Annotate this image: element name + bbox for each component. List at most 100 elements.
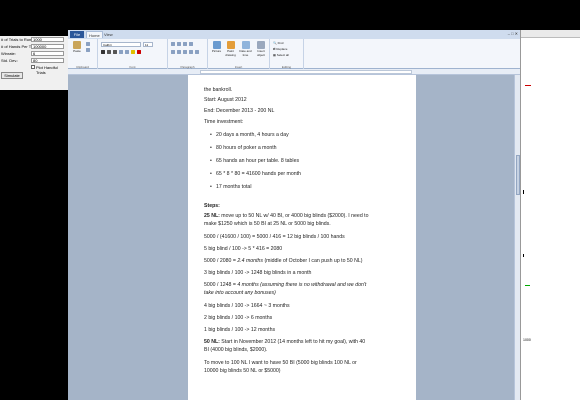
doc-line: 10000 big blinds 50 NL or $5000): [204, 368, 281, 374]
chart-tick: [523, 190, 524, 194]
nl50-label: 50 NL:: [204, 339, 220, 345]
doc-line: 5 big blind / 100 -> 5 * 416 = 2080: [204, 246, 283, 252]
doc-line: 2 big blinds / 100 -> 6 months: [204, 315, 273, 321]
chart-axis-label: 1000: [523, 338, 531, 342]
wordpad-window: File Home View – □ ✕ Paste Clipboard Cal…: [68, 30, 520, 400]
cut-icon[interactable]: [86, 42, 90, 46]
simulator-panel: # of Trials to Run: 1000 # of Hands Per …: [0, 36, 68, 90]
find-button[interactable]: 🔍 Find: [273, 41, 283, 45]
paragraph-group: Paragraph: [168, 39, 208, 69]
align-center-icon[interactable]: [177, 50, 181, 54]
paint-drawing-label: Paint drawing: [225, 49, 236, 57]
underline-icon[interactable]: [113, 50, 117, 54]
ruler-bar: [200, 70, 412, 74]
window-controls[interactable]: – □ ✕: [508, 31, 518, 36]
date-time-label: Date and time: [239, 49, 252, 57]
calendar-icon: [241, 41, 250, 49]
ribbon-tab-bar: File Home View – □ ✕: [68, 30, 520, 39]
picture-button[interactable]: Picture: [210, 41, 223, 53]
chart-tick: [523, 254, 524, 257]
bullet-item: 65 * 8 * 80 = 41600 hands per month: [210, 171, 301, 178]
date-time-button[interactable]: Date and time: [239, 41, 252, 57]
clipboard-group: Paste Clipboard: [68, 39, 98, 69]
font-size-select[interactable]: 11: [143, 42, 153, 47]
bullet-item: 17 months total: [210, 184, 252, 191]
doc-line: 1 big blinds / 100 -> 12 months: [204, 327, 276, 333]
paste-button[interactable]: Paste: [71, 41, 83, 53]
insert-object-label: Insert object: [256, 49, 265, 57]
select-all-button[interactable]: ▦ Select all: [273, 53, 289, 57]
calc-note: (middle of October I can push up to 50 N…: [263, 258, 363, 264]
font-group: Calibri 11 Font: [98, 39, 168, 69]
doc-line: BI (4000 big blinds, $2000).: [204, 347, 268, 353]
subscript-icon[interactable]: [125, 50, 129, 54]
bullet-item: 80 hours of poker a month: [210, 145, 277, 152]
bullets-icon[interactable]: [183, 42, 187, 46]
trials-input[interactable]: 1000: [31, 37, 64, 42]
doc-line: 4 big blinds / 100 -> 1664 ~ 3 months: [204, 303, 290, 309]
trials-label: # of Trials to Run:: [1, 37, 33, 42]
font-color-icon[interactable]: [137, 50, 141, 54]
simulate-button[interactable]: Simulate: [1, 72, 23, 79]
italic-icon[interactable]: [107, 50, 111, 54]
copy-icon[interactable]: [86, 48, 90, 52]
picture-label: Picture: [211, 49, 222, 53]
winrate-input[interactable]: 6: [31, 51, 64, 56]
document-page[interactable]: the bankroll. Start: August 2012 End: De…: [188, 75, 416, 400]
replace-button[interactable]: ⇄ Replace: [273, 47, 287, 51]
calc-text: 5000 / 1248 =: [204, 282, 238, 288]
bullet-item: 20 days a month, 4 hours a day: [210, 132, 289, 139]
highlight-icon[interactable]: [131, 50, 135, 54]
clipboard-icon: [73, 41, 81, 49]
calc-result: 4 months (assuming there is no withdrawa…: [237, 282, 367, 288]
doc-line: 50 NL: Start in November 2012 (14 months…: [204, 339, 365, 346]
nl25-text: move up to 50 NL w/ 40 BI, or 4000 big b…: [219, 213, 369, 219]
chart-green-line: [525, 285, 530, 286]
file-tab[interactable]: File: [70, 31, 84, 38]
doc-line: make $1250 which is 50 BI at 25 NL or 50…: [204, 221, 331, 227]
chart-red-line: [525, 85, 531, 86]
steps-heading: Steps:: [204, 203, 220, 209]
doc-line: Start: August 2012: [204, 97, 247, 103]
select-all-icon: ▦: [273, 53, 276, 57]
doc-line: take into account any bonuses): [204, 290, 276, 296]
insert-object-button[interactable]: Insert object: [254, 41, 268, 57]
calc-text: 5000 / 2080 =: [204, 258, 238, 264]
bold-icon[interactable]: [101, 50, 105, 54]
nl25-label: 25 NL:: [204, 213, 220, 219]
find-icon: 🔍: [273, 41, 277, 45]
justify-icon[interactable]: [189, 50, 193, 54]
tab-view[interactable]: View: [102, 31, 115, 38]
stddev-label: Std. Dev.:: [1, 58, 19, 63]
doc-line: 5000 / 2080 = 2.4 months (middle of Octo…: [204, 258, 362, 265]
doc-line: To move to 100 NL I want to have 50 BI (…: [204, 360, 357, 366]
nl50-text: Start in November 2012 (14 months left t…: [219, 339, 366, 345]
align-left-icon[interactable]: [171, 50, 175, 54]
font-name-select[interactable]: Calibri: [101, 42, 141, 47]
line-spacing-icon[interactable]: [189, 42, 193, 46]
strikethrough-icon[interactable]: [119, 50, 123, 54]
stddev-input[interactable]: 80: [31, 58, 64, 63]
object-icon: [257, 41, 265, 49]
doc-line: End: December 2013 - 200 NL: [204, 108, 275, 114]
paint-drawing-button[interactable]: Paint drawing: [224, 41, 237, 57]
paint-drawing-icon: [226, 41, 235, 49]
calc-result: 2.4 months: [237, 258, 263, 264]
paragraph-icon[interactable]: [195, 50, 199, 54]
decrease-indent-icon[interactable]: [171, 42, 175, 46]
doc-line: 5000 / 1248 = 4 months (assuming there i…: [204, 282, 366, 289]
tab-home[interactable]: Home: [86, 31, 103, 38]
increase-indent-icon[interactable]: [177, 42, 181, 46]
editing-group: 🔍 Find ⇄ Replace ▦ Select all Editing: [270, 39, 304, 69]
replace-label: Replace: [276, 47, 288, 51]
chart-panel: 1000: [520, 30, 580, 400]
plot-trials-checkbox[interactable]: [31, 65, 35, 69]
insert-group: Picture Paint drawing Date and time Inse…: [208, 39, 270, 69]
doc-line: the bankroll.: [204, 87, 233, 93]
align-right-icon[interactable]: [183, 50, 187, 54]
document-area: the bankroll. Start: August 2012 End: De…: [68, 75, 520, 400]
winrate-label: Winrate:: [1, 51, 16, 56]
chart-panel-header: [521, 30, 580, 38]
find-label: Find: [277, 41, 284, 45]
hands-input[interactable]: 100000: [31, 44, 64, 49]
